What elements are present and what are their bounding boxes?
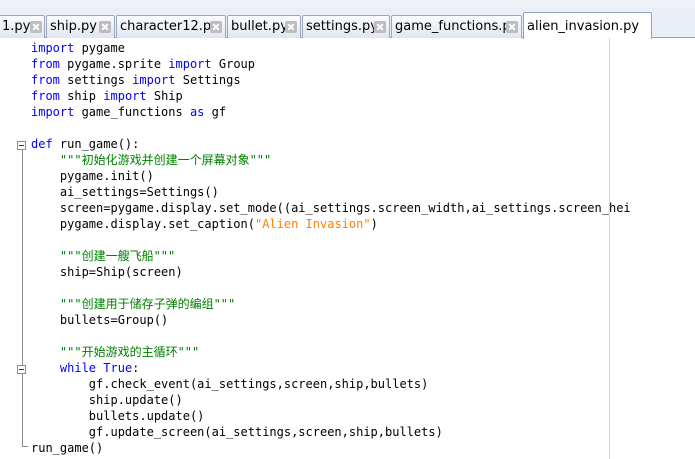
code-line-24: bullets.update(): [31, 409, 205, 423]
tab-label: ship.py: [50, 19, 97, 34]
code-line-9: pygame.init(): [31, 169, 154, 183]
keyword: import: [31, 41, 75, 55]
keyword: def: [31, 137, 53, 151]
fold-guide: [22, 150, 23, 447]
code-line-8-docstring: """初始化游戏并创建一个屏幕对象""": [31, 153, 272, 167]
code-text: settings: [59, 73, 133, 87]
keyword: as: [189, 105, 205, 119]
close-icon[interactable]: [374, 21, 386, 33]
code-line-15: ship=Ship(screen): [31, 265, 183, 279]
code-line-7: def run_game():: [31, 136, 139, 152]
keyword: from: [31, 57, 60, 71]
code-text: pygame.display.set_caption(: [31, 217, 255, 231]
tab-character12-py[interactable]: character12.py: [116, 15, 226, 38]
tab-ship-py[interactable]: ship.py: [46, 15, 115, 38]
tab-label: alien_invasion.py: [527, 19, 640, 34]
code-editor[interactable]: import pygame from pygame.sprite import …: [31, 40, 695, 459]
tab-label: bullet.py: [231, 19, 288, 34]
code-line-4: from ship import Ship: [31, 88, 183, 104]
menu-fragment: ▔▔▔: [170, 0, 198, 6]
tab-label: settings.py: [306, 19, 378, 34]
tab-label: game_functions.py: [395, 19, 519, 34]
close-icon[interactable]: [210, 21, 222, 33]
menu-fragment: ▔▔: [90, 0, 109, 6]
code-text: run_game():: [52, 137, 140, 151]
close-icon[interactable]: [30, 21, 42, 33]
menu-fragment: ▔▔: [480, 0, 499, 6]
code-line-1: import pygame: [31, 40, 125, 56]
code-line-21: while True:: [31, 360, 140, 376]
code-text: ): [370, 217, 378, 231]
code-line-10: ai_settings=Settings(): [31, 185, 219, 199]
code-text: pygame: [74, 41, 125, 55]
keyword: while: [59, 361, 97, 375]
code-line-2: from pygame.sprite import Group: [31, 56, 255, 72]
code-text: Settings: [175, 73, 241, 87]
close-icon[interactable]: [99, 21, 111, 33]
fold-toggle-icon[interactable]: [17, 365, 26, 374]
tab-alien-invasion-py[interactable]: alien_invasion.py: [523, 12, 652, 39]
fold-gutter: [0, 38, 30, 459]
keyword: True: [103, 361, 133, 375]
tab-bullet-py[interactable]: bullet.py: [227, 15, 301, 38]
code-line-3: from settings import Settings: [31, 72, 241, 88]
code-line-12: pygame.display.set_caption("Alien Invasi…: [31, 216, 378, 232]
tab-game-functions-py[interactable]: game_functions.py: [391, 15, 522, 38]
code-line-23: ship.update(): [31, 393, 183, 407]
code-line-26: run_game(): [31, 441, 104, 455]
menu-fragment: ▔▔: [410, 0, 429, 6]
keyword: from: [31, 73, 60, 87]
menu-fragment: ▔▔▔: [8, 0, 36, 6]
tab-settings-py[interactable]: settings.py: [302, 15, 390, 38]
tab-bar: 1.py ship.py character12.py bullet.py se…: [0, 8, 695, 39]
keyword: import: [31, 105, 75, 119]
code-text: gf: [204, 105, 227, 119]
keyword: import: [168, 57, 212, 71]
code-text: Ship: [146, 89, 183, 103]
code-line-5: import game_functions as gf: [31, 104, 226, 120]
code-text: :: [132, 361, 140, 375]
menu-fragment: ▔▔▔▔: [540, 0, 578, 6]
tab-1-py[interactable]: 1.py: [0, 15, 45, 38]
string-literal: "Alien Invasion": [254, 217, 371, 231]
menu-bar: ▔▔▔ ▔▔ ▔▔▔ ▔▔ ▔▔▔ ▔▔ ▔▔ ▔▔▔▔: [0, 0, 695, 8]
code-line-18: bullets=Group(): [31, 313, 169, 327]
keyword: from: [31, 89, 60, 103]
code-line-22: gf.check_event(ai_settings,screen,ship,b…: [31, 377, 429, 391]
code-text: Group: [211, 57, 255, 71]
close-icon[interactable]: [285, 21, 297, 33]
code-line-17-docstring: """创建用于储存子弹的编组""": [31, 297, 236, 311]
code-text: ship: [59, 89, 104, 103]
tab-label: character12.py: [120, 19, 219, 34]
fold-toggle-icon[interactable]: [17, 141, 26, 150]
keyword: import: [103, 89, 147, 103]
close-icon[interactable]: [506, 21, 518, 33]
code-line-20-docstring: """开始游戏的主循环""": [31, 345, 200, 359]
code-line-14-docstring: """创建一艘飞船""": [31, 249, 176, 263]
menu-fragment: ▔▔▔: [330, 0, 358, 6]
keyword: import: [132, 73, 176, 87]
tab-label: 1.py: [2, 19, 31, 34]
code-text: game_functions: [74, 105, 190, 119]
code-line-11: screen=pygame.display.set_mode((ai_setti…: [31, 201, 631, 215]
code-text: pygame.sprite: [59, 57, 169, 71]
fold-guide-end: [22, 446, 28, 447]
menu-fragment: ▔▔: [250, 0, 269, 6]
code-line-25: gf.update_screen(ai_settings,screen,ship…: [31, 425, 443, 439]
